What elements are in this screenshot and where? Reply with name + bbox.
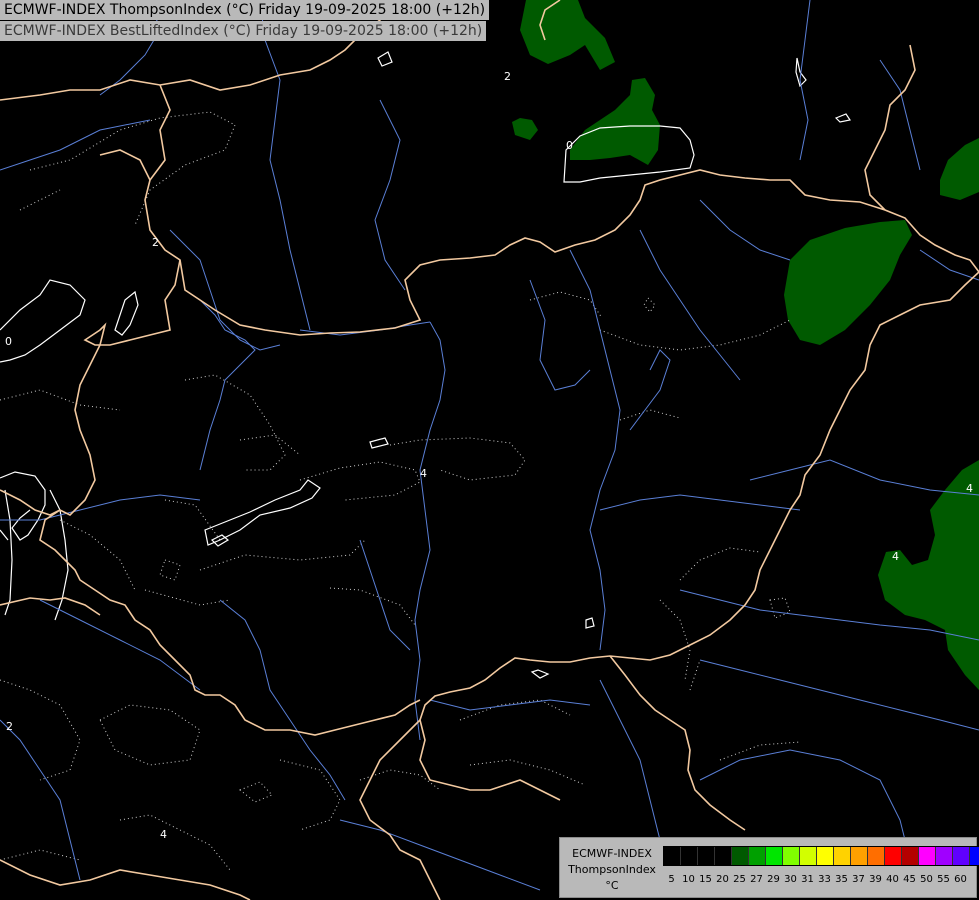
legend-tick-label: 39	[869, 874, 882, 885]
contour-label: 4	[160, 828, 167, 841]
legend-tick-label: 33	[818, 874, 831, 885]
legend-swatch	[919, 847, 936, 865]
contour-label: 2	[152, 236, 159, 249]
legend-swatch	[885, 847, 902, 865]
legend-tick-label: 20	[716, 874, 729, 885]
legend-swatch	[681, 847, 698, 865]
legend-tick-label: 10	[682, 874, 695, 885]
legend-swatch	[800, 847, 817, 865]
legend-tick-label: 55	[937, 874, 950, 885]
legend-tick-label: 29	[767, 874, 780, 885]
legend-tick-label: 31	[801, 874, 814, 885]
legend-tick-label: 35	[835, 874, 848, 885]
legend-swatch	[817, 847, 834, 865]
legend-swatch	[698, 847, 715, 865]
legend-tick-label: 37	[852, 874, 865, 885]
weather-map: 2 0 0 4 4 2 4 4 2	[0, 0, 979, 900]
legend-tick-label: 15	[699, 874, 712, 885]
contour-label: 4	[966, 482, 973, 495]
legend-tick-label: 50	[920, 874, 933, 885]
legend-color-scale	[663, 846, 979, 866]
contour-label: 0	[566, 139, 573, 152]
legend-source-label: ECMWF-INDEX	[572, 847, 652, 860]
legend-swatch	[834, 847, 851, 865]
legend-tick-label: 27	[750, 874, 763, 885]
legend-parameter-label: ThompsonIndex	[568, 863, 656, 876]
legend-swatch	[868, 847, 885, 865]
contour-label: 4	[892, 550, 899, 563]
legend-tick-label: 30	[784, 874, 797, 885]
legend-tick-labels: 5 10 15 20 25 27 29 30 31 33 35 37 39 40 45 50 55 60	[663, 874, 969, 886]
legend-tick-label: 40	[886, 874, 899, 885]
legend-tick-label: 25	[733, 874, 746, 885]
legend-swatch	[936, 847, 953, 865]
contour-label: 0	[5, 335, 12, 348]
legend-swatch	[783, 847, 800, 865]
contour-label: 2	[6, 720, 13, 733]
contour-label: 4	[420, 467, 427, 480]
legend-swatch	[902, 847, 919, 865]
legend-swatch	[715, 847, 732, 865]
legend-swatch	[766, 847, 783, 865]
legend-tick-label: 45	[903, 874, 916, 885]
legend-tick-label: 5	[668, 874, 675, 885]
color-legend: ECMWF-INDEX ThompsonIndex °C 5 10 15 20 25 27…	[559, 837, 979, 898]
map-title-thompson: ECMWF-INDEX ThompsonIndex (°C) Friday 19…	[0, 0, 490, 20]
legend-swatch	[970, 847, 979, 865]
legend-unit-label: °C	[605, 879, 619, 892]
contour-label: 2	[504, 70, 511, 83]
legend-swatch	[664, 847, 681, 865]
legend-swatch	[732, 847, 749, 865]
map-title-bestlifted: ECMWF-INDEX BestLiftedIndex (°C) Friday …	[0, 21, 487, 41]
legend-swatch	[851, 847, 868, 865]
legend-swatch	[953, 847, 970, 865]
legend-swatch	[749, 847, 766, 865]
legend-tick-label: 60	[954, 874, 967, 885]
